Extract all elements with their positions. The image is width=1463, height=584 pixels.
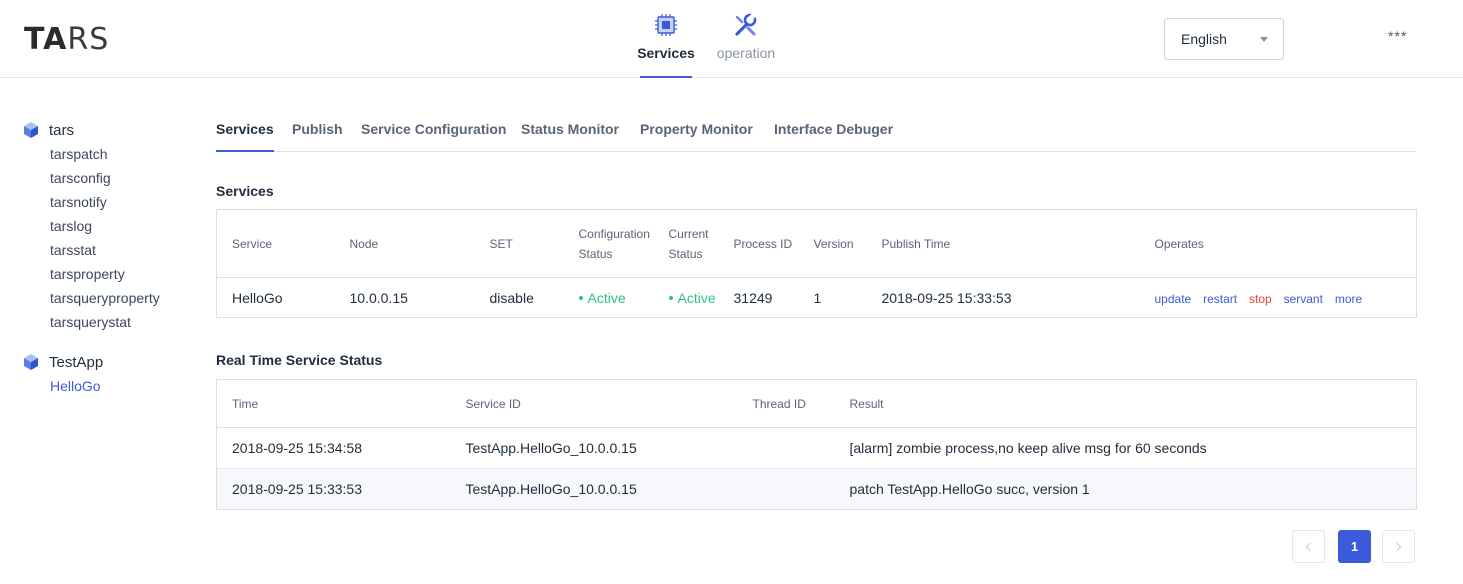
- app-node-testapp[interactable]: TestApp: [22, 350, 192, 374]
- status-dot-icon: [578, 295, 583, 300]
- thread-id-cell: [737, 468, 845, 510]
- column-header: Time: [216, 379, 451, 428]
- sidebar-item-tarsconfig[interactable]: tarsconfig: [22, 166, 192, 190]
- version-cell: 1: [813, 289, 822, 306]
- sidebar-item-tarsqueryproperty[interactable]: tarsqueryproperty: [22, 286, 192, 310]
- table-header-row: Time Service ID Thread ID Result: [216, 379, 1417, 428]
- set-cell: disable: [489, 289, 534, 306]
- tars-logo[interactable]: TARS: [24, 22, 109, 57]
- config-status-cell: Active: [578, 278, 669, 318]
- app-name: tars: [49, 121, 75, 139]
- service-id-cell: TestApp.HelloGo_10.0.0.15: [450, 427, 738, 469]
- column-header: Process ID: [733, 209, 814, 278]
- pagination-prev-button[interactable]: [1292, 530, 1325, 563]
- column-header: Thread ID: [737, 379, 845, 428]
- status-text: Active: [677, 289, 716, 306]
- app-group-tars: tars tarspatch tarsconfig tarsnotify tar…: [22, 118, 192, 334]
- tab-service-configuration[interactable]: Service Configuration: [361, 121, 506, 137]
- column-header: Service ID: [450, 379, 738, 428]
- services-table: Service Node SET Configuration Status Cu…: [216, 209, 1417, 318]
- service-id-cell: TestApp.HelloGo_10.0.0.15: [450, 468, 738, 510]
- column-header: Current Status: [668, 209, 734, 278]
- server-tabs: Services Publish Service Configuration S…: [216, 108, 1416, 152]
- cube-icon: [24, 354, 38, 370]
- services-section-title: Services: [216, 183, 274, 199]
- realtime-section-title: Real Time Service Status: [216, 352, 383, 368]
- pagination-next-button[interactable]: [1382, 530, 1415, 563]
- service-name-cell: HelloGo: [232, 289, 283, 306]
- status-text: Active: [587, 289, 626, 306]
- tab-interface-debuger[interactable]: Interface Debuger: [774, 121, 893, 137]
- time-cell: 2018-09-25 15:33:53: [216, 468, 451, 510]
- update-link[interactable]: update: [1155, 292, 1192, 306]
- sidebar-item-tarsstat[interactable]: tarsstat: [22, 238, 192, 262]
- column-header: Node: [334, 209, 475, 278]
- language-selected-value: English: [1181, 31, 1227, 47]
- column-header: Publish Time: [881, 209, 1155, 278]
- sidebar-item-tarslog[interactable]: tarslog: [22, 214, 192, 238]
- restart-link[interactable]: restart: [1203, 292, 1237, 306]
- operates-cell: update restart stop servant more: [1155, 278, 1417, 318]
- top-nav-operation-label: operation: [716, 45, 776, 61]
- column-header: Configuration Status: [578, 209, 669, 278]
- top-header: TARS Services operation English ***: [0, 0, 1463, 78]
- table-row: HelloGo 10.0.0.15 disable Active Active …: [217, 278, 1417, 318]
- table-row: 2018-09-25 15:33:53 TestApp.HelloGo_10.0…: [216, 468, 1417, 510]
- realtime-status-table: Time Service ID Thread ID Result 2018-09…: [216, 379, 1417, 510]
- chevron-right-icon: [1392, 542, 1402, 551]
- pagination-page-button[interactable]: 1: [1338, 530, 1371, 563]
- chevron-down-icon: [1260, 37, 1268, 42]
- sidebar-item-hellogo[interactable]: HelloGo: [22, 374, 192, 398]
- wrench-icon: [733, 12, 759, 38]
- app-group-testapp: TestApp HelloGo: [22, 350, 192, 398]
- current-status-cell: Active: [668, 278, 734, 318]
- chip-icon: [654, 12, 678, 38]
- more-link[interactable]: more: [1335, 292, 1362, 306]
- tab-publish[interactable]: Publish: [292, 121, 343, 137]
- logo-text-bold: TA: [24, 22, 68, 57]
- stop-link[interactable]: stop: [1249, 292, 1272, 306]
- node-cell: 10.0.0.15: [349, 289, 408, 306]
- active-nav-underline: [640, 76, 692, 78]
- column-header: SET: [474, 209, 579, 278]
- process-id-cell: 31249: [733, 289, 773, 306]
- table-row: 2018-09-25 15:34:58 TestApp.HelloGo_10.0…: [216, 427, 1417, 469]
- user-menu[interactable]: ***: [1388, 28, 1407, 44]
- sidebar-item-tarsquerystat[interactable]: tarsquerystat: [22, 310, 192, 334]
- column-header: Operates: [1154, 209, 1417, 278]
- sidebar-item-tarspatch[interactable]: tarspatch: [22, 142, 192, 166]
- sidebar-item-tarsproperty[interactable]: tarsproperty: [22, 262, 192, 286]
- tab-services[interactable]: Services: [216, 121, 274, 152]
- time-cell: 2018-09-25 15:34:58: [216, 427, 451, 469]
- result-cell: [alarm] zombie process,no keep alive msg…: [844, 427, 1417, 469]
- publish-time-cell: 2018-09-25 15:33:53: [881, 289, 1012, 306]
- top-nav-operation[interactable]: operation: [686, 0, 806, 78]
- tab-property-monitor[interactable]: Property Monitor: [640, 121, 753, 137]
- status-dot-icon: [668, 295, 673, 300]
- thread-id-cell: [737, 427, 845, 469]
- main-content: Services Publish Service Configuration S…: [216, 108, 1417, 510]
- servant-link[interactable]: servant: [1284, 292, 1323, 306]
- status-badge: Active: [668, 289, 716, 306]
- logo-text-thin: RS: [67, 22, 110, 57]
- column-header: Result: [844, 379, 1417, 428]
- app-name: TestApp: [49, 353, 104, 371]
- app-tree-sidebar: tars tarspatch tarsconfig tarsnotify tar…: [22, 118, 192, 398]
- result-cell: patch TestApp.HelloGo succ, version 1: [844, 468, 1417, 510]
- status-badge: Active: [578, 289, 626, 306]
- table-header-row: Service Node SET Configuration Status Cu…: [216, 209, 1417, 278]
- app-node-tars[interactable]: tars: [22, 118, 192, 142]
- column-header: Service: [216, 209, 335, 278]
- tab-status-monitor[interactable]: Status Monitor: [521, 121, 619, 137]
- column-header: Version: [813, 209, 882, 278]
- chevron-left-icon: [1305, 542, 1315, 551]
- cube-icon: [24, 122, 38, 138]
- language-select[interactable]: English: [1164, 18, 1284, 60]
- sidebar-item-tarsnotify[interactable]: tarsnotify: [22, 190, 192, 214]
